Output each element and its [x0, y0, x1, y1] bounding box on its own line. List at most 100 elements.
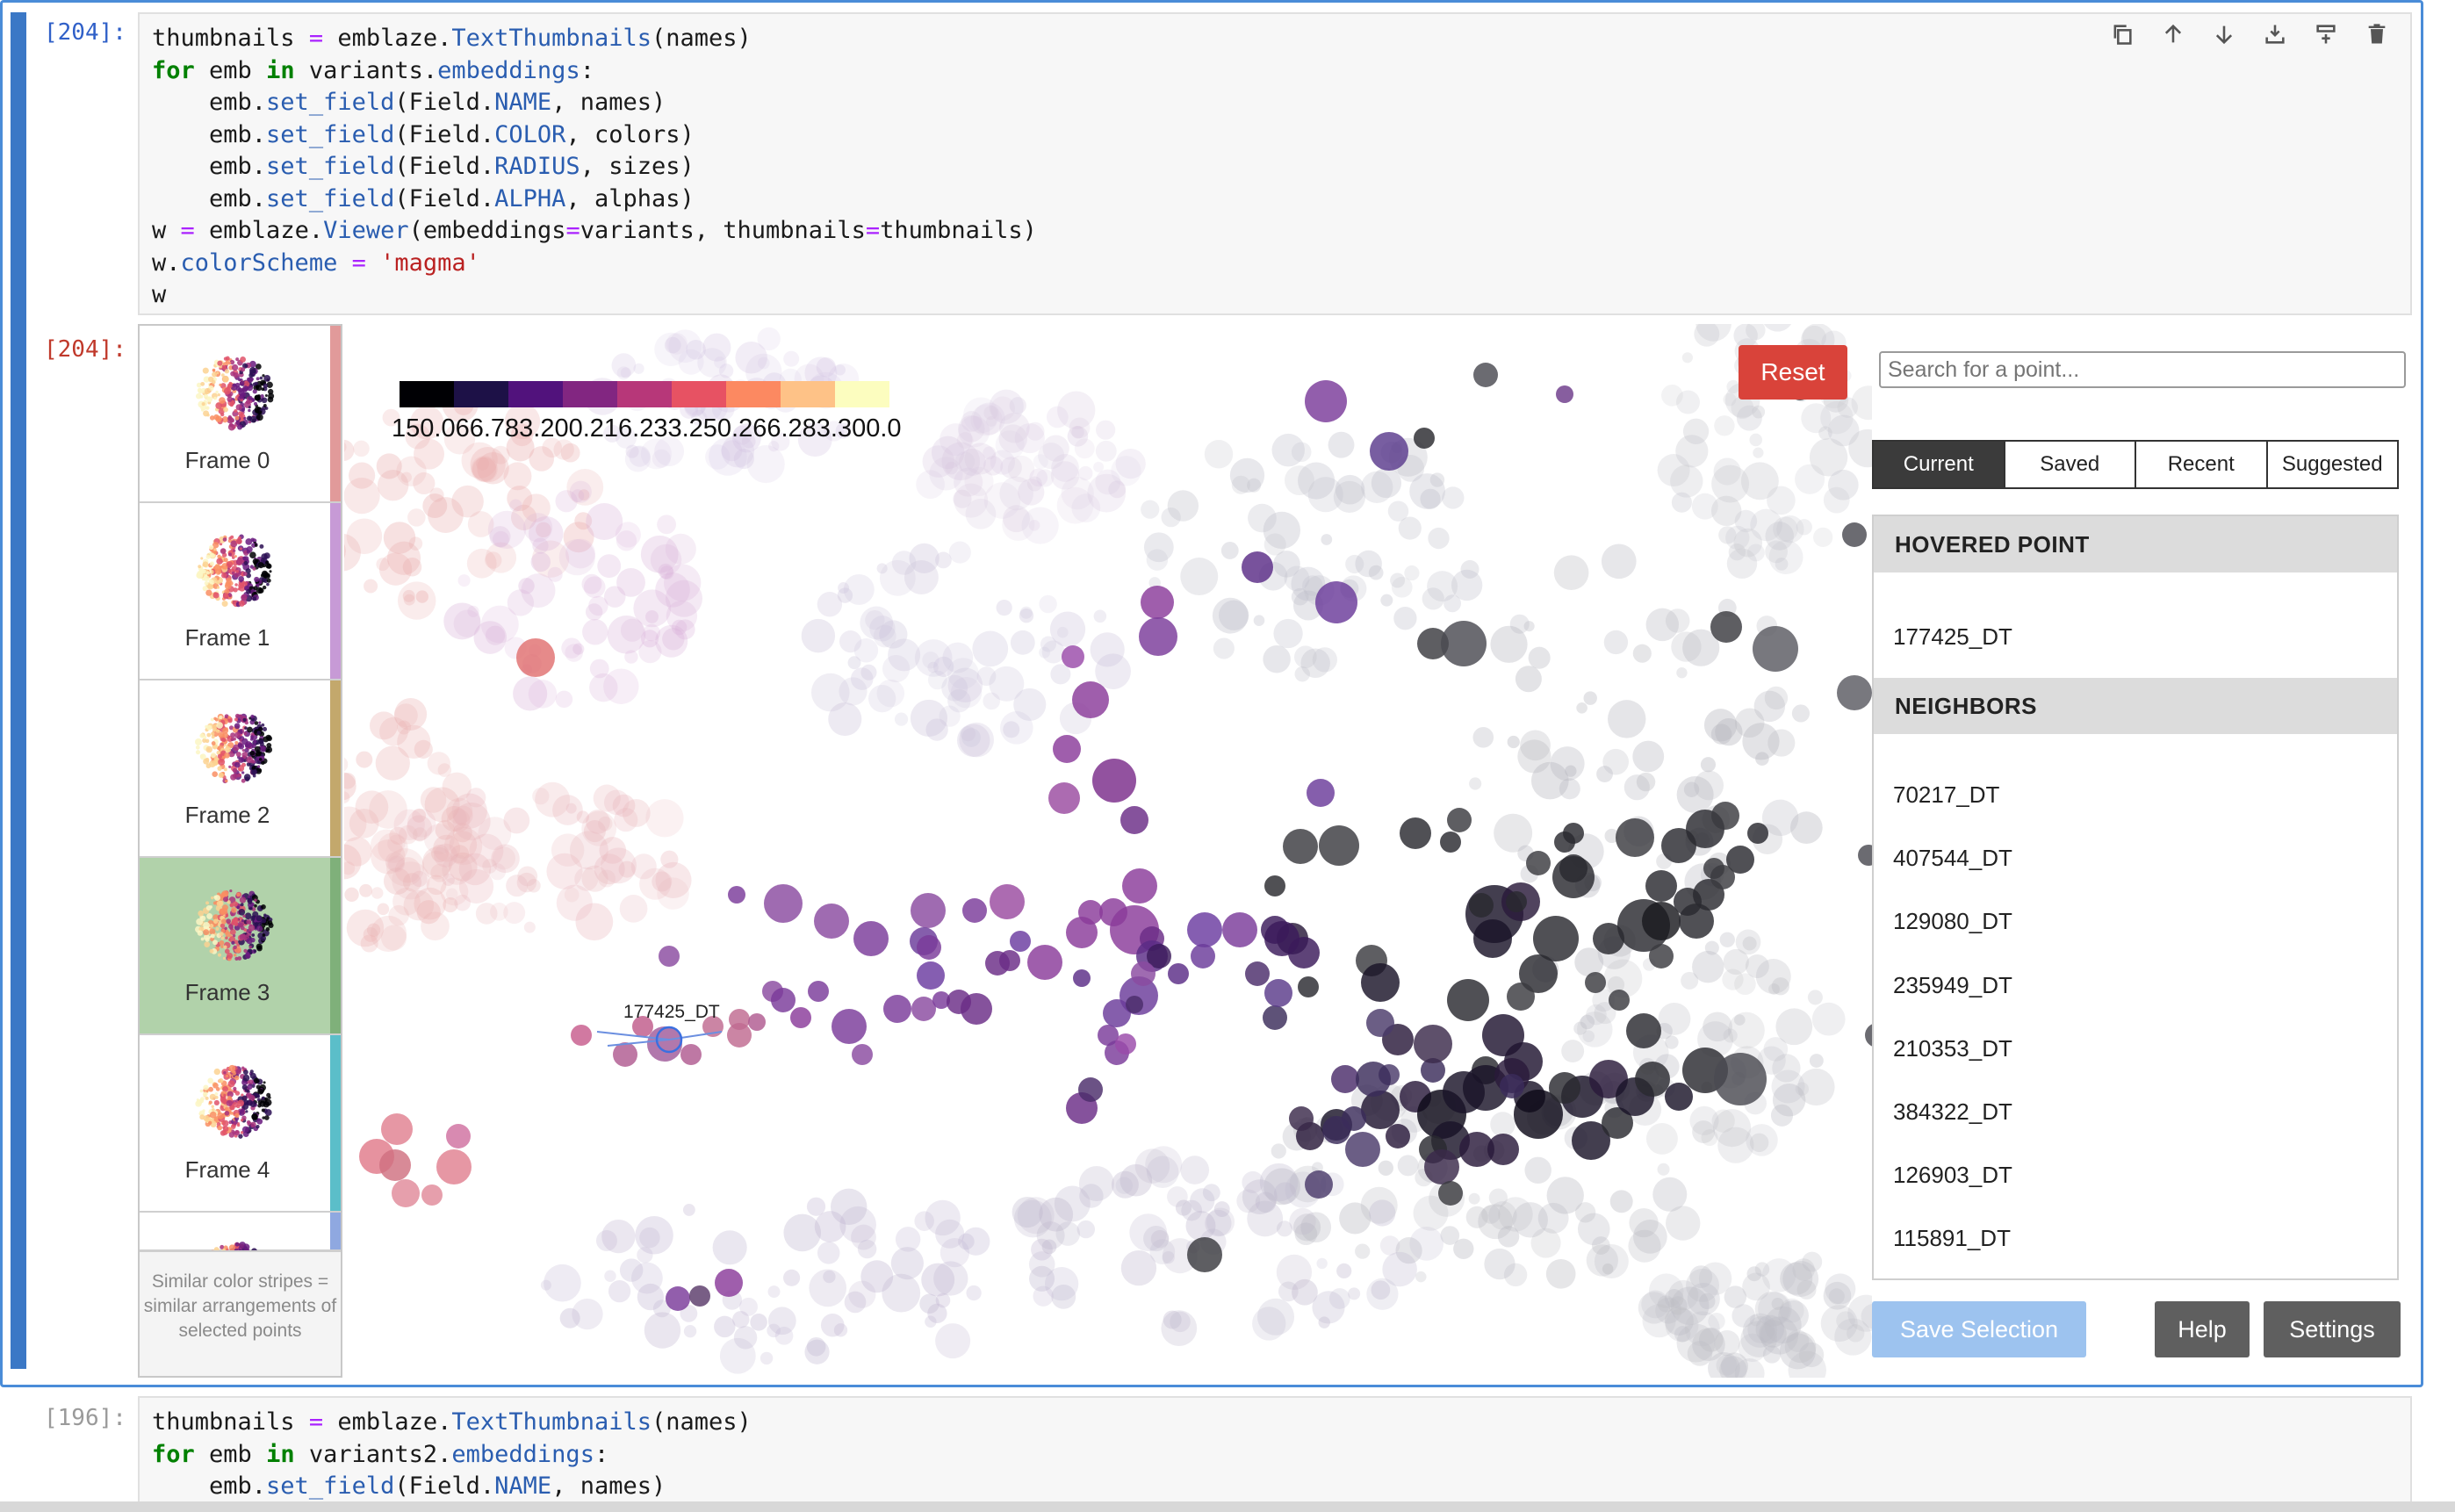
scatter-point [658, 563, 673, 580]
frame-item[interactable]: Frame 0 [140, 326, 341, 503]
copy-icon[interactable] [2107, 19, 2137, 49]
scatter-point [1632, 740, 1665, 773]
scatter-point [1369, 1199, 1396, 1227]
scatter-point [1836, 1311, 1855, 1330]
code-token: emb. [152, 153, 267, 180]
scatter-point [1307, 779, 1335, 807]
scatter-point [1790, 811, 1823, 844]
hovered-point-name[interactable]: 177425_DT [1893, 623, 2012, 651]
scatter-point [682, 1204, 695, 1216]
scatter-point [869, 616, 896, 642]
scatter-point [1393, 607, 1417, 630]
frame-thumbnail [195, 889, 274, 961]
scatter-point [1632, 644, 1652, 663]
code-editor[interactable]: thumbnails = emblaze.TextThumbnails(name… [138, 12, 2412, 315]
neighbor-item[interactable]: 384322_DT [1893, 1098, 2012, 1126]
scatter-point [1387, 500, 1409, 522]
scatter-point [1691, 493, 1718, 520]
scatter-point [1865, 1024, 1872, 1047]
scatter-point [1069, 417, 1091, 439]
search-input[interactable] [1879, 351, 2406, 388]
scatter-point [397, 581, 436, 620]
scatter-point [1524, 1156, 1551, 1184]
scatter-point [1665, 1308, 1699, 1343]
neighbor-item[interactable]: 407544_DT [1893, 845, 2012, 872]
code-line: thumbnails = emblaze.TextThumbnails(name… [152, 25, 752, 52]
scatter-point [581, 865, 608, 892]
scatter-point [983, 456, 1004, 476]
scatter-point [665, 580, 702, 617]
code-editor-2[interactable]: thumbnails = emblaze.TextThumbnails(name… [138, 1396, 2412, 1506]
frame-item[interactable]: Frame 4 [140, 1035, 341, 1213]
neighbor-item[interactable]: 129080_DT [1893, 908, 2012, 935]
code-token: : [580, 56, 594, 84]
scatter-point [1473, 919, 1512, 958]
legend-swatch [617, 381, 672, 407]
tab-recent[interactable]: Recent [2136, 442, 2268, 487]
scatter-point [1400, 817, 1431, 849]
frame-item[interactable]: Frame 2 [140, 680, 341, 858]
scatter-point [1134, 1148, 1170, 1184]
tab-saved[interactable]: Saved [2005, 442, 2136, 487]
frame-item[interactable]: Frame 1 [140, 503, 341, 680]
move-up-icon[interactable] [2158, 19, 2188, 49]
scatter-point [1263, 533, 1286, 556]
insert-above-icon[interactable] [2311, 19, 2341, 49]
code-token: embeddings [451, 1440, 594, 1468]
neighbor-item[interactable]: 115891_DT [1893, 1225, 2011, 1252]
scatter-point [635, 1216, 673, 1255]
tab-suggested[interactable]: Suggested [2268, 442, 2398, 487]
scatter-point [637, 1283, 665, 1311]
scatter-point [1554, 832, 1575, 853]
scatter-point [1809, 1054, 1824, 1069]
neighbor-item[interactable]: 126903_DT [1893, 1162, 2012, 1189]
scatter-point [1120, 806, 1148, 834]
scatter-point [1585, 972, 1606, 993]
code-token: for [152, 1440, 195, 1468]
code-line: emb.set_field(Field.ALPHA, alphas) [152, 185, 695, 212]
scatter-point [1649, 944, 1674, 968]
help-button[interactable]: Help [2155, 1301, 2250, 1357]
scatter-point [817, 592, 843, 617]
scatter-point [647, 1026, 682, 1062]
settings-button[interactable]: Settings [2264, 1301, 2401, 1357]
scatter-point [828, 702, 862, 737]
code-token: embeddings [437, 56, 580, 84]
code-token: emblaze. [323, 25, 452, 52]
scatter-point [1670, 464, 1703, 498]
scatter-point [1283, 829, 1318, 864]
scatter-point [925, 718, 948, 741]
frame-item[interactable] [140, 1213, 341, 1317]
scatter-point [1719, 932, 1735, 947]
frame-item[interactable]: Frame 3 [140, 858, 341, 1035]
scatter-point [1180, 1156, 1210, 1184]
tab-current[interactable]: Current [1874, 442, 2005, 487]
scatter-point [1115, 448, 1146, 479]
scatter-point [466, 548, 497, 579]
scatter-point [1576, 702, 1587, 714]
scatter-point [1276, 1254, 1313, 1290]
code-token: emb. [152, 120, 267, 148]
move-down-icon[interactable] [2209, 19, 2239, 49]
neighbor-item[interactable]: 70217_DT [1893, 781, 1999, 809]
save-selection-button[interactable]: Save Selection [1872, 1301, 2086, 1357]
scatter-point [1202, 1184, 1220, 1202]
scatter-point [683, 1324, 697, 1338]
scatter-point [1628, 1229, 1661, 1263]
scatter-point [491, 844, 520, 874]
scatter-point [739, 1297, 758, 1316]
scatter-point [565, 644, 583, 662]
neighbor-item[interactable]: 210353_DT [1893, 1035, 2012, 1062]
scatter-point [1414, 428, 1435, 449]
delete-icon[interactable] [2362, 19, 2392, 49]
neighbor-item[interactable]: 235949_DT [1893, 972, 2012, 999]
reset-button[interactable]: Reset [1739, 345, 1847, 400]
scatter-point [1161, 507, 1181, 528]
insert-below-icon[interactable] [2260, 19, 2290, 49]
embedding-scatter-plot[interactable]: 150.066.783.200.216.233.250.266.283.300.… [344, 324, 1872, 1378]
scatter-point [814, 904, 849, 939]
scatter-point [1586, 1004, 1607, 1026]
scatter-point [1740, 462, 1779, 500]
scatter-point [1488, 1188, 1508, 1207]
scatter-point [914, 1211, 934, 1231]
